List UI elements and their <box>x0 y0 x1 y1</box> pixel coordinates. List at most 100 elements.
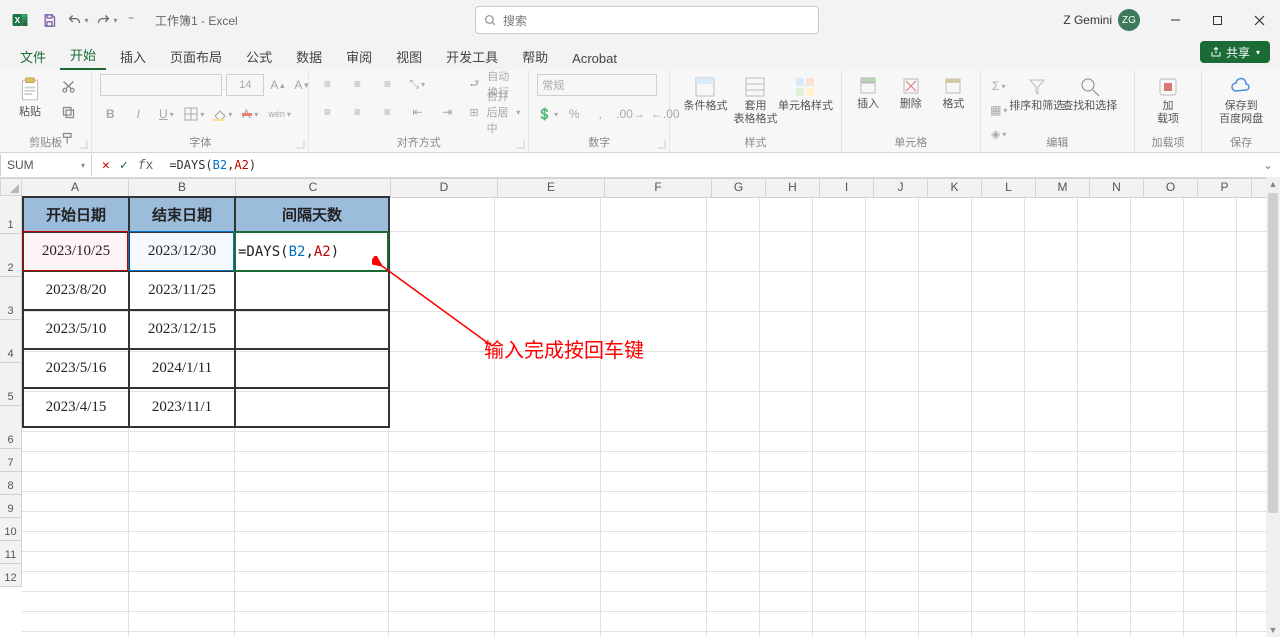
align-bottom-icon[interactable]: ≡ <box>377 74 397 94</box>
decrease-indent-icon[interactable]: ⇤ <box>407 102 427 122</box>
table-format-button[interactable]: 套用 表格格式 <box>733 74 777 128</box>
name-box[interactable]: SUM ▾ <box>0 154 92 176</box>
customize-qat-icon[interactable]: ⁼ <box>122 6 140 34</box>
select-all-corner[interactable] <box>0 178 22 196</box>
number-format-select[interactable] <box>537 74 657 96</box>
cell-styles-button[interactable]: 单元格样式 <box>783 74 827 115</box>
col-header-a[interactable]: A <box>22 179 129 197</box>
comma-icon[interactable]: , <box>590 104 610 124</box>
italic-icon[interactable]: I <box>128 104 148 124</box>
row-header-4[interactable]: 4 <box>0 320 22 363</box>
format-cells-button[interactable]: 格式 <box>935 74 972 113</box>
increase-font-icon[interactable]: A▲ <box>268 75 288 95</box>
col-header-j[interactable]: J <box>874 179 928 197</box>
minimize-button[interactable] <box>1154 0 1196 40</box>
addins-button[interactable]: 加 载项 <box>1146 74 1190 128</box>
col-header-p[interactable]: P <box>1198 179 1252 197</box>
currency-icon[interactable]: 💲▾ <box>537 104 558 124</box>
save-baidu-button[interactable]: 保存到 百度网盘 <box>1219 74 1263 128</box>
percent-icon[interactable]: % <box>564 104 584 124</box>
font-size-input[interactable] <box>226 74 264 96</box>
col-header-m[interactable]: M <box>1036 179 1090 197</box>
row-header-2[interactable]: 2 <box>0 234 22 277</box>
row-header-7[interactable]: 7 <box>0 449 22 472</box>
user-name[interactable]: Z Gemini <box>1063 13 1112 27</box>
align-center-icon[interactable]: ≡ <box>347 102 367 122</box>
tab-insert[interactable]: 插入 <box>110 43 156 70</box>
save-icon[interactable] <box>35 6 63 34</box>
vertical-scrollbar[interactable]: ▲ ▼ <box>1266 177 1280 637</box>
cell-b3[interactable]: 2023/11/25 <box>129 271 235 310</box>
align-left-icon[interactable]: ≡ <box>317 102 337 122</box>
cell-a6[interactable]: 2023/4/15 <box>23 388 129 427</box>
close-button[interactable] <box>1238 0 1280 40</box>
row-header-10[interactable]: 10 <box>0 518 22 541</box>
bold-icon[interactable]: B <box>100 104 120 124</box>
tab-data[interactable]: 数据 <box>286 43 332 70</box>
maximize-button[interactable] <box>1196 0 1238 40</box>
fill-color-icon[interactable]: ▾ <box>212 104 232 124</box>
header-end-date[interactable]: 结束日期 <box>129 197 235 232</box>
cell-a5[interactable]: 2023/5/16 <box>23 349 129 388</box>
col-header-d[interactable]: D <box>391 179 498 197</box>
col-header-o[interactable]: O <box>1144 179 1198 197</box>
find-select-button[interactable]: 查找和选择 <box>1065 74 1115 115</box>
insert-cells-button[interactable]: 插入 <box>850 74 887 113</box>
align-top-icon[interactable]: ≡ <box>317 74 337 94</box>
col-header-n[interactable]: N <box>1090 179 1144 197</box>
clipboard-dialog-launcher[interactable] <box>80 141 88 149</box>
share-button[interactable]: 共享▾ <box>1200 41 1270 63</box>
increase-indent-icon[interactable]: ⇥ <box>437 102 457 122</box>
tab-formulas[interactable]: 公式 <box>236 43 282 70</box>
tab-file[interactable]: 文件 <box>10 43 56 70</box>
font-color-icon[interactable]: A▾ <box>240 104 260 124</box>
delete-cells-button[interactable]: 删除 <box>892 74 929 113</box>
row-header-3[interactable]: 3 <box>0 277 22 320</box>
cell-b2[interactable]: 2023/12/30 <box>129 232 235 271</box>
col-header-e[interactable]: E <box>498 179 605 197</box>
borders-icon[interactable]: ▾ <box>184 104 204 124</box>
col-header-i[interactable]: I <box>820 179 874 197</box>
cell-c6[interactable] <box>235 388 389 427</box>
alignment-dialog-launcher[interactable] <box>517 141 525 149</box>
cell-c4[interactable] <box>235 310 389 349</box>
col-header-b[interactable]: B <box>129 179 236 197</box>
formula-input[interactable]: =DAYS(B2,A2) <box>163 158 1256 172</box>
cancel-formula-icon[interactable]: ✕ <box>102 158 110 173</box>
phonetic-icon[interactable]: wén▾ <box>268 104 291 124</box>
tab-acrobat[interactable]: Acrobat <box>562 47 627 70</box>
cell-b6[interactable]: 2023/11/1 <box>129 388 235 427</box>
header-days[interactable]: 间隔天数 <box>235 197 389 232</box>
number-dialog-launcher[interactable] <box>658 141 666 149</box>
cell-b4[interactable]: 2023/12/15 <box>129 310 235 349</box>
cells-grid[interactable]: 开始日期 结束日期 间隔天数 2023/10/25 2023/12/30 =DA… <box>22 196 1280 637</box>
row-header-12[interactable]: 12 <box>0 564 22 587</box>
align-middle-icon[interactable]: ≡ <box>347 74 367 94</box>
col-header-h[interactable]: H <box>766 179 820 197</box>
row-header-1[interactable]: 1 <box>0 196 22 234</box>
align-right-icon[interactable]: ≡ <box>377 102 397 122</box>
user-avatar[interactable]: ZG <box>1118 9 1140 31</box>
font-dialog-launcher[interactable] <box>297 141 305 149</box>
font-name-input[interactable] <box>100 74 222 96</box>
underline-icon[interactable]: U▾ <box>156 104 176 124</box>
cell-c3[interactable] <box>235 271 389 310</box>
cell-a2[interactable]: 2023/10/25 <box>23 232 129 271</box>
tab-review[interactable]: 审阅 <box>336 43 382 70</box>
tab-help[interactable]: 帮助 <box>512 43 558 70</box>
autosum-icon[interactable]: Σ▾ <box>989 76 1009 96</box>
expand-formula-bar-icon[interactable]: ⌄ <box>1256 158 1280 172</box>
copy-icon[interactable] <box>58 102 78 122</box>
cell-a4[interactable]: 2023/5/10 <box>23 310 129 349</box>
col-header-c[interactable]: C <box>236 179 391 197</box>
tab-view[interactable]: 视图 <box>386 43 432 70</box>
row-header-5[interactable]: 5 <box>0 363 22 406</box>
row-header-9[interactable]: 9 <box>0 495 22 518</box>
cut-icon[interactable] <box>58 76 78 96</box>
name-box-dropdown-icon[interactable]: ▾ <box>81 161 85 170</box>
conditional-format-button[interactable]: 条件格式 <box>683 74 727 115</box>
cell-b5[interactable]: 2024/1/11 <box>129 349 235 388</box>
tab-layout[interactable]: 页面布局 <box>160 43 232 70</box>
orientation-icon[interactable]: ⤡▾ <box>407 74 427 94</box>
scroll-thumb[interactable] <box>1268 193 1278 513</box>
